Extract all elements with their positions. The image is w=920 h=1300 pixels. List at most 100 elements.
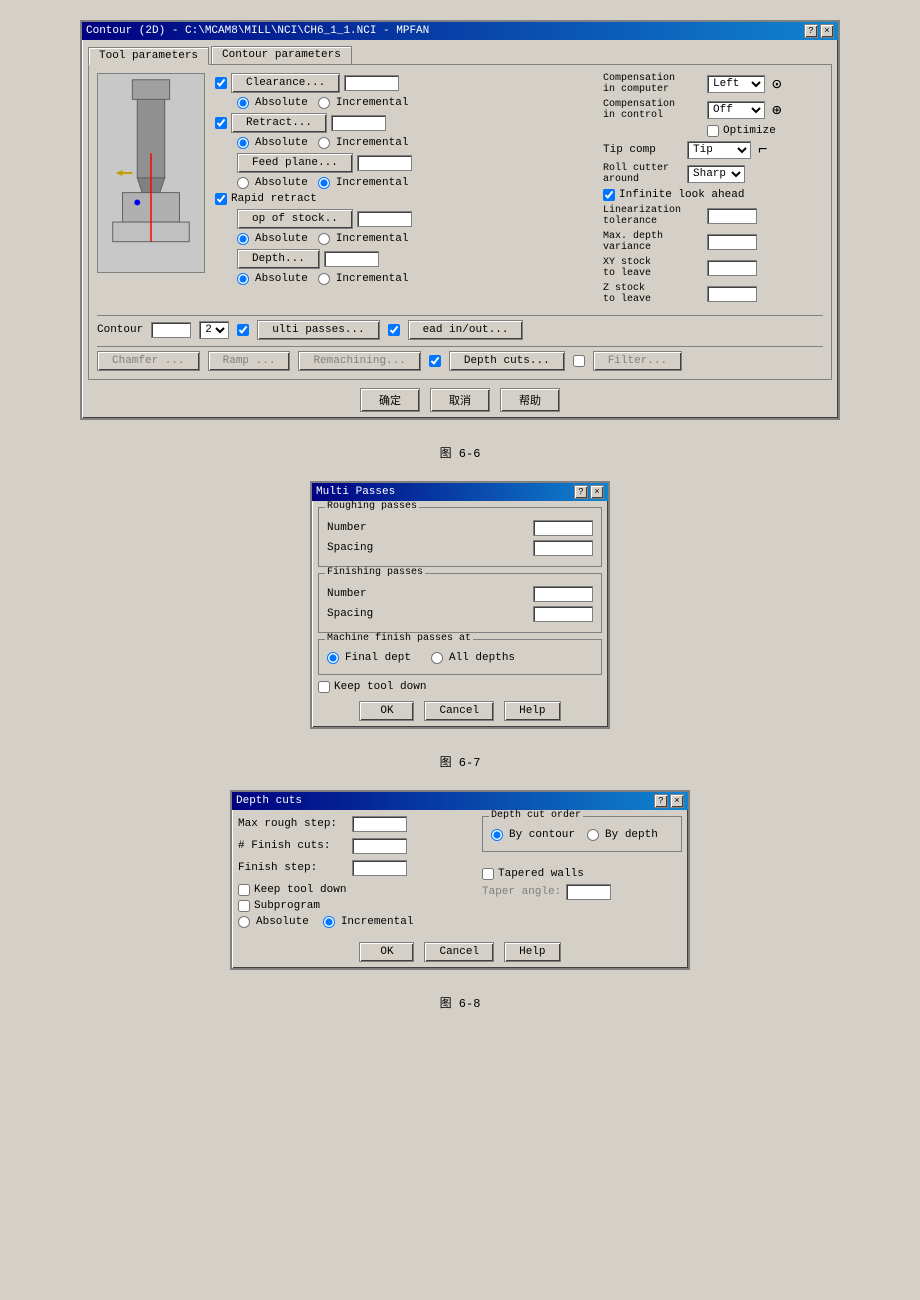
top-stock-btn[interactable]: op of stock..: [237, 209, 353, 229]
infinite-look-row: Infinite look ahead: [603, 189, 823, 201]
finishing-spacing-input[interactable]: 0.5: [533, 606, 593, 622]
mp-help-btn2[interactable]: Help: [504, 701, 560, 721]
tip-comp-label: Tip comp: [603, 144, 683, 156]
multi-passes-btn[interactable]: ulti passes...: [257, 320, 379, 340]
depth-abs-radio[interactable]: [237, 273, 249, 285]
rapid-retract-checkbox[interactable]: [215, 193, 227, 205]
depth-btn[interactable]: Depth...: [237, 249, 320, 269]
max-rough-input[interactable]: 10.0: [352, 816, 407, 832]
clearance-checkbox[interactable]: [215, 77, 227, 89]
dc-keep-tool-checkbox[interactable]: [238, 884, 250, 896]
depth-cuts-checkbox[interactable]: [429, 355, 441, 367]
z-stock-input[interactable]: 0.0: [707, 286, 757, 302]
retract-inc-label: Incremental: [318, 137, 409, 149]
retract-btn[interactable]: Retract...: [231, 113, 327, 133]
finish-cuts-label: # Finish cuts:: [238, 840, 348, 852]
z-stock-label: Z stockto leave: [603, 283, 703, 305]
tool-svg: [98, 74, 204, 272]
dc-help-btn[interactable]: ?: [654, 794, 668, 808]
ok-btn-1[interactable]: 确定: [360, 388, 420, 412]
feed-plane-input[interactable]: 5.0: [357, 155, 412, 171]
fig-label-1: 图 6-6: [440, 444, 481, 461]
tapered-walls-checkbox[interactable]: [482, 868, 494, 880]
retract-inc-radio[interactable]: [318, 137, 330, 149]
retract-abs-radio[interactable]: [237, 137, 249, 149]
tab-contour-parameters[interactable]: Contour parameters: [211, 46, 352, 64]
infinite-look-checkbox[interactable]: [603, 189, 615, 201]
all-depths-radio[interactable]: [431, 652, 443, 664]
finishing-number-input[interactable]: 1: [533, 586, 593, 602]
cancel-btn-1[interactable]: 取消: [430, 388, 490, 412]
top-inc-radio[interactable]: [318, 233, 330, 245]
tab-tool-parameters[interactable]: Tool parameters: [88, 47, 209, 65]
roughing-number-input[interactable]: 2: [533, 520, 593, 536]
by-contour-radio[interactable]: [491, 829, 503, 841]
finish-cuts-input[interactable]: 0: [352, 838, 407, 854]
clearance-abs-radio[interactable]: [237, 97, 249, 109]
depth-cuts-btn[interactable]: Depth cuts...: [449, 351, 565, 371]
dc-abs-radio[interactable]: [238, 916, 250, 928]
by-contour-label: By contour: [491, 829, 575, 841]
roughing-spacing-label: Spacing: [327, 542, 373, 554]
dc-inc-label: Incremental: [323, 916, 414, 928]
mp-close-btn[interactable]: ×: [590, 485, 604, 499]
contour-type-select[interactable]: 2D: [199, 321, 229, 339]
remachining-btn[interactable]: Remachining...: [298, 351, 420, 371]
linear-tol-input[interactable]: 0.025: [707, 208, 757, 224]
dc-inc-radio[interactable]: [323, 916, 335, 928]
roughing-number-label: Number: [327, 522, 367, 534]
mp-keep-tool-checkbox[interactable]: [318, 681, 330, 693]
mp-ok-btn[interactable]: OK: [359, 701, 414, 721]
mp-cancel-btn[interactable]: Cancel: [424, 701, 494, 721]
help-btn-1[interactable]: 帮助: [500, 388, 560, 412]
optimize-checkbox[interactable]: [707, 125, 719, 137]
clearance-input[interactable]: 20.0: [344, 75, 399, 91]
comp-control-select[interactable]: Off Left Right: [707, 101, 765, 119]
roll-cutter-select[interactable]: Sharp Loop None: [687, 165, 745, 183]
clearance-btn[interactable]: Clearance...: [231, 73, 340, 93]
chamfer-btn[interactable]: Chamfer ...: [97, 351, 200, 371]
machine-finish-radio-row: Final dept All depths: [327, 652, 593, 664]
comp-computer-row: Compensationin computer Left Right Off ⊙: [603, 73, 823, 95]
filter-checkbox[interactable]: [573, 355, 585, 367]
mp-content: Roughing passes Number 2 Spacing 5.0 Fin…: [312, 501, 608, 727]
tip-comp-select[interactable]: Tip Center: [687, 141, 751, 159]
help-btn[interactable]: ?: [804, 24, 818, 38]
close-btn[interactable]: ×: [820, 24, 834, 38]
depth-input[interactable]: -101.0: [324, 251, 379, 267]
multi-passes-checkbox[interactable]: [237, 324, 249, 336]
ramp-btn[interactable]: Ramp ...: [208, 351, 291, 371]
mp-help-btn[interactable]: ?: [574, 485, 588, 499]
dc-cancel-btn[interactable]: Cancel: [424, 942, 494, 962]
depth-inc-radio[interactable]: [318, 273, 330, 285]
top-abs-radio[interactable]: [237, 233, 249, 245]
final-dept-radio[interactable]: [327, 652, 339, 664]
dc-ok-btn[interactable]: OK: [359, 942, 414, 962]
max-rough-row: Max rough step: 10.0: [238, 816, 472, 832]
dc-close-btn[interactable]: ×: [670, 794, 684, 808]
feed-plane-btn[interactable]: Feed plane...: [237, 153, 353, 173]
lead-in-out-checkbox[interactable]: [388, 324, 400, 336]
finish-step-input[interactable]: 1.0: [352, 860, 407, 876]
top-stock-input[interactable]: 5.0: [357, 211, 412, 227]
filter-btn[interactable]: Filter...: [593, 351, 682, 371]
contour-type-input[interactable]: 2D: [151, 322, 191, 338]
by-depth-radio[interactable]: [587, 829, 599, 841]
retract-input[interactable]: 5.0: [331, 115, 386, 131]
dc-subprogram-checkbox[interactable]: [238, 900, 250, 912]
clearance-inc-label: Incremental: [318, 97, 409, 109]
feed-abs-radio[interactable]: [237, 177, 249, 189]
feed-inc-radio[interactable]: [318, 177, 330, 189]
comp-computer-select[interactable]: Left Right Off: [707, 75, 765, 93]
roughing-spacing-input[interactable]: 5.0: [533, 540, 593, 556]
retract-checkbox[interactable]: [215, 117, 227, 129]
clearance-inc-radio[interactable]: [318, 97, 330, 109]
max-rough-label: Max rough step:: [238, 818, 348, 830]
xy-stock-input[interactable]: 0.0: [707, 260, 757, 276]
lead-in-out-btn[interactable]: ead in/out...: [408, 320, 524, 340]
max-depth-input[interactable]: 0.05: [707, 234, 757, 250]
bottom-bar-2: Chamfer ... Ramp ... Remachining... Dept…: [97, 346, 823, 371]
dc-help-btn2[interactable]: Help: [504, 942, 560, 962]
taper-angle-input[interactable]: 0.0: [566, 884, 611, 900]
comp-control-label: Compensationin control: [603, 99, 703, 121]
